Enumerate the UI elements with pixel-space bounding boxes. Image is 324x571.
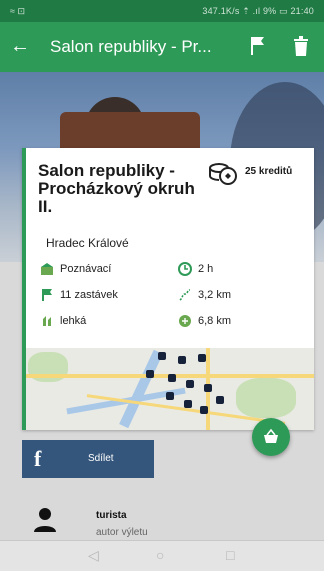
trash-icon[interactable] [292,35,310,57]
basket-icon [264,428,278,443]
category-icon [41,263,53,275]
system-nav-bar: ◁ ○ □ [0,540,324,571]
app-bar: ← Salon republiky - Pr... [0,22,324,72]
nav-home-icon[interactable]: ○ [156,547,164,563]
stat-duration: 2 h [178,262,213,276]
clock-icon [178,262,192,276]
share-label: Sdílet [88,453,114,464]
map-stop-marker[interactable] [204,384,212,392]
stat-route-length: 3,2 km [178,288,231,302]
difficulty-icon [43,316,51,326]
route-card: Salon republiky - Procházkový okruh II. … [22,148,314,430]
status-right: 347.1K/s ⇡ .ıl 9% ▭ 21:40 [202,6,314,16]
map-stop-marker[interactable] [166,392,174,400]
author-row[interactable]: turista autor výletu [22,494,322,544]
route-city: Hradec Králové [46,236,129,250]
map-stop-marker[interactable] [158,352,166,360]
map-stop-marker[interactable] [178,356,186,364]
stat-distance: 6,8 km [178,314,231,328]
author-name: turista [96,510,127,521]
flag-icon[interactable] [248,35,268,57]
stat-category-value: Poznávací [60,263,112,275]
map-river [119,349,163,429]
flag-icon [42,289,52,301]
nav-back-icon[interactable]: ◁ [88,547,99,564]
map-stop-marker[interactable] [186,380,194,388]
stat-duration-value: 2 h [198,263,214,275]
nav-recents-icon[interactable]: □ [226,547,234,563]
share-button[interactable]: f Sdílet [22,440,154,478]
facebook-icon: f [34,446,42,471]
page-title: Salon republiky - Pr... [50,37,212,56]
route-icon [179,289,191,301]
author-role: autor výletu [96,527,148,538]
stat-distance-value: 6,8 km [198,315,232,327]
map-stop-marker[interactable] [198,354,206,362]
map-stop-marker[interactable] [200,406,208,414]
map-stop-marker[interactable] [216,396,224,404]
stat-stops: 11 zastávek [40,288,118,302]
credits-value: 25 kreditů [245,166,293,177]
stat-category: Poznávací [40,262,111,276]
stat-route-length-value: 3,2 km [198,289,232,301]
status-left: ≈ ⊡ [10,6,25,16]
status-bar: ≈ ⊡ 347.1K/s ⇡ .ıl 9% ▭ 21:40 [0,0,324,22]
map-stop-marker[interactable] [184,400,192,408]
distance-icon [179,315,191,327]
stat-difficulty-value: lehká [60,315,87,327]
stat-difficulty: lehká [40,314,86,328]
route-name: Salon republiky - Procházkový okruh II. [38,161,195,216]
avatar [34,508,56,532]
map-stop-marker[interactable] [168,374,176,382]
stat-stops-value: 11 zastávek [60,289,118,301]
map-park [236,378,296,418]
map-stop-marker[interactable] [146,370,154,378]
buy-basket-button[interactable] [252,418,290,456]
back-arrow-icon[interactable]: ← [10,34,30,58]
coins-icon [209,163,237,185]
